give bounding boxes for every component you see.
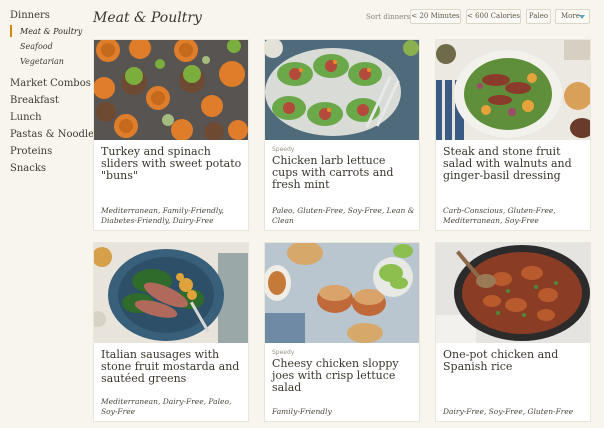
sidebar-item-breakfast[interactable]: Breakfast: [10, 92, 90, 109]
recipe-card[interactable]: Steak and stone fruit salad with walnuts…: [435, 39, 591, 231]
speedy-badge: Speedy: [272, 146, 295, 153]
more-label: More: [561, 12, 580, 20]
card-body: Speedy Cheesy chicken sloppy joes with c…: [272, 349, 414, 394]
card-body: One-pot chicken and Spanish rice: [443, 349, 585, 373]
sidebar-subnav: Meat & Poultry Seafood Vegetarian: [10, 24, 90, 69]
sidebar: Dinners Meat & Poultry Seafood Vegetaria…: [10, 9, 99, 177]
card-tags: Carb-Conscious, Gluten-Free, Mediterrane…: [443, 206, 556, 225]
active-indicator: [10, 25, 12, 37]
spanish-rice-photo-icon[interactable]: [436, 243, 590, 343]
recipe-card[interactable]: Italian sausages with stone fruit mostar…: [93, 242, 249, 422]
filter-under-20-minutes-button[interactable]: < 20 Minutes: [410, 9, 461, 24]
filter-paleo-button[interactable]: Paleo: [526, 9, 551, 24]
recipe-card[interactable]: Speedy Cheesy chicken sloppy joes with c…: [264, 242, 420, 422]
card-title[interactable]: Italian sausages with stone fruit mostar…: [101, 349, 243, 385]
filter-under-600-calories-button[interactable]: < 600 Calories: [466, 9, 521, 24]
sidebar-item-proteins[interactable]: Proteins: [10, 143, 90, 160]
page-title: Meat & Poultry: [93, 10, 202, 26]
card-title[interactable]: Turkey and spinach sliders with sweet po…: [101, 146, 243, 182]
card-title[interactable]: One-pot chicken and Spanish rice: [443, 349, 585, 373]
sidebar-subitem-meat-poultry[interactable]: Meat & Poultry: [10, 24, 90, 39]
card-title[interactable]: Chicken larb lettuce cups with carrots a…: [272, 155, 414, 191]
card-tags: Mediterranean, Dairy-Free, Paleo, Soy-Fr…: [101, 397, 232, 416]
card-body: Steak and stone fruit salad with walnuts…: [443, 146, 585, 182]
card-body: Italian sausages with stone fruit mostar…: [101, 349, 243, 385]
recipe-card[interactable]: One-pot chicken and Spanish rice Dairy-F…: [435, 242, 591, 422]
card-tags: Family-Friendly: [272, 407, 332, 416]
sloppy-joes-photo-icon[interactable]: [265, 243, 419, 343]
card-title[interactable]: Cheesy chicken sloppy joes with crisp le…: [272, 358, 414, 394]
sidebar-subitem-seafood[interactable]: Seafood: [10, 39, 90, 54]
sliders-photo-icon[interactable]: [94, 40, 248, 140]
card-tags: Paleo, Gluten-Free, Soy-Free, Lean & Cle…: [272, 206, 415, 225]
sidebar-item-pastas-noodles[interactable]: Pastas & Noodles: [10, 126, 99, 143]
sidebar-group-dinners[interactable]: Dinners: [10, 9, 90, 23]
lettuce-cups-photo-icon[interactable]: [265, 40, 419, 140]
recipe-card[interactable]: Turkey and spinach sliders with sweet po…: [93, 39, 249, 231]
sausages-photo-icon[interactable]: [94, 243, 248, 343]
card-body: Turkey and spinach sliders with sweet po…: [101, 146, 243, 182]
card-title[interactable]: Steak and stone fruit salad with walnuts…: [443, 146, 585, 182]
sidebar-subitem-vegetarian[interactable]: Vegetarian: [10, 54, 90, 69]
filter-more-dropdown[interactable]: More: [555, 9, 590, 24]
card-tags: Mediterranean, Family-Friendly, Diabetes…: [101, 206, 224, 225]
sidebar-item-market-combos[interactable]: Market Combos: [10, 75, 91, 92]
recipe-card[interactable]: Speedy Chicken larb lettuce cups with ca…: [264, 39, 420, 231]
card-tags: Dairy-Free, Soy-Free, Gluten-Free: [443, 407, 574, 416]
card-body: Speedy Chicken larb lettuce cups with ca…: [272, 146, 414, 191]
sidebar-item-snacks[interactable]: Snacks: [10, 160, 90, 177]
steak-salad-photo-icon[interactable]: [436, 40, 590, 140]
speedy-badge: Speedy: [272, 349, 295, 356]
sort-label: Sort dinners: [366, 13, 411, 21]
chevron-down-icon: [579, 15, 585, 19]
sidebar-item-lunch[interactable]: Lunch: [10, 109, 90, 126]
